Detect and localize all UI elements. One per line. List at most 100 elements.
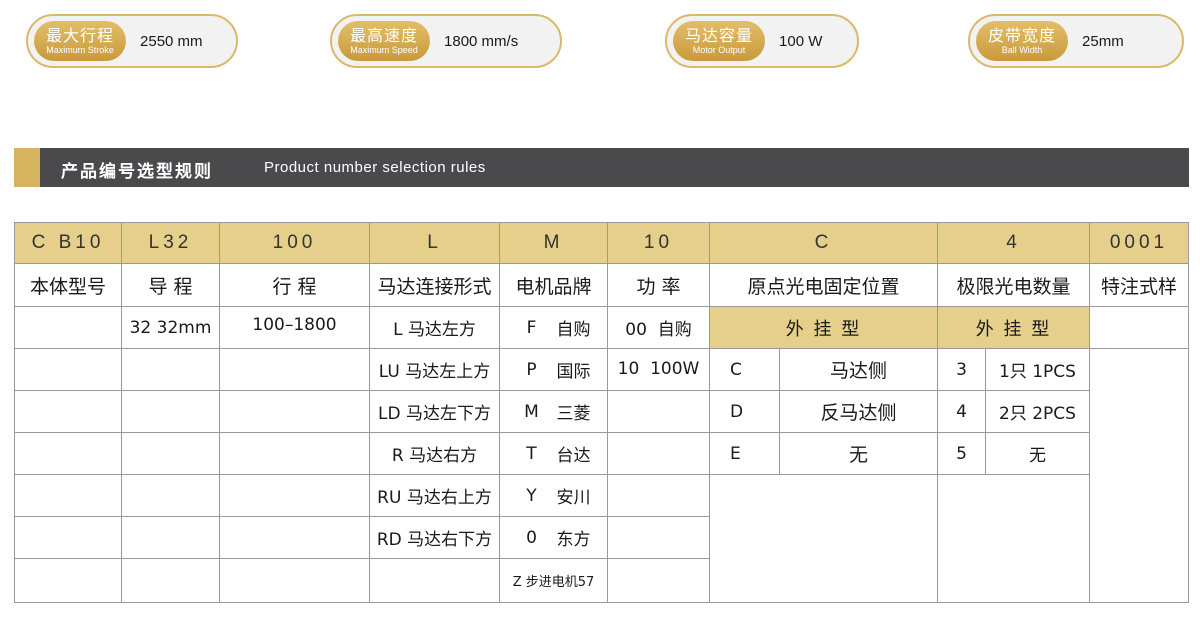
code-origin: C xyxy=(710,222,938,264)
brand-option: Y 安川 xyxy=(500,475,608,517)
spec-value: 2550 mm xyxy=(140,32,203,50)
stroke-value: 100–1800 xyxy=(220,307,370,349)
spec-badge: 最高速度 Maximum Speed xyxy=(338,21,431,61)
lead-value: 32 32mm xyxy=(122,307,220,349)
table-cell xyxy=(608,517,710,559)
header-origin: 原点光电固定位置 xyxy=(710,264,938,307)
header-special: 特注式样 xyxy=(1090,264,1189,307)
limit-code: 3 xyxy=(938,349,986,391)
table-cell xyxy=(122,391,220,433)
brand-name: 安川 xyxy=(556,488,591,508)
spec-label: 马达容量 xyxy=(685,25,754,45)
spec-pill-speed: 最高速度 Maximum Speed 1800 mm/s xyxy=(330,14,562,68)
limit-name: 2只 2PCS xyxy=(986,391,1090,433)
table-cell xyxy=(608,391,710,433)
spec-badge: 最大行程 Maximum Stroke xyxy=(34,21,127,61)
origin-code: E xyxy=(710,433,780,475)
brand-code: F xyxy=(526,317,537,338)
table-cell xyxy=(220,349,370,391)
origin-subheader: 外 挂 型 xyxy=(710,307,938,349)
table-cell xyxy=(1090,349,1189,603)
origin-name: 马达侧 xyxy=(780,349,938,391)
brand-option: T 台达 xyxy=(500,433,608,475)
table-cell xyxy=(608,559,710,603)
limit-code: 5 xyxy=(938,433,986,475)
code-power: 10 xyxy=(608,222,710,264)
section-accent xyxy=(14,148,40,187)
table-cell xyxy=(220,517,370,559)
spec-label-en: Maximum Stroke xyxy=(46,44,114,55)
code-model: C B10 xyxy=(14,222,122,264)
origin-name: 无 xyxy=(780,433,938,475)
code-lead: L32 xyxy=(122,222,220,264)
connection-option: LD 马达左下方 xyxy=(370,391,500,433)
table-cell xyxy=(220,391,370,433)
table-cell xyxy=(608,475,710,517)
selection-table: C B10 L32 100 L M 10 C 4 0001 本体型号 导 程 行… xyxy=(14,222,1189,603)
brand-name: 国际 xyxy=(556,362,591,382)
table-cell xyxy=(14,391,122,433)
spec-label-en: Motor Output xyxy=(692,44,746,55)
table-cell xyxy=(122,349,220,391)
power-option: 10 100W xyxy=(608,349,710,391)
table-cell xyxy=(220,475,370,517)
brand-option: 0 东方 xyxy=(500,517,608,559)
brand-code: M xyxy=(524,401,539,422)
table-cell xyxy=(14,433,122,475)
spec-value: 1800 mm/s xyxy=(444,32,519,50)
table-cell xyxy=(122,559,220,603)
table-cell xyxy=(14,475,122,517)
limit-subheader: 外 挂 型 xyxy=(938,307,1090,349)
brand-code: Y xyxy=(526,485,537,506)
limit-name: 无 xyxy=(986,433,1090,475)
spec-value: 100 W xyxy=(779,32,823,50)
brand-name: 三菱 xyxy=(556,404,591,424)
connection-option: LU 马达左上方 xyxy=(370,349,500,391)
origin-code: D xyxy=(710,391,780,433)
table-cell xyxy=(220,433,370,475)
code-limit: 4 xyxy=(938,222,1090,264)
spec-badge: 皮带宽度 Ball Width xyxy=(976,21,1069,61)
table-cell xyxy=(608,433,710,475)
spec-pill-belt-width: 皮带宽度 Ball Width 25mm xyxy=(968,14,1184,68)
brand-code: 0 xyxy=(526,527,537,548)
power-option: 00 自购 xyxy=(608,307,710,349)
brand-name: 台达 xyxy=(556,446,591,466)
brand-option: M 三菱 xyxy=(500,391,608,433)
spec-label-en: Ball Width xyxy=(1001,44,1043,55)
table-cell xyxy=(938,475,1090,603)
spec-label: 最高速度 xyxy=(350,25,419,45)
spec-badge: 马达容量 Motor Output xyxy=(673,21,766,61)
limit-name: 1只 1PCS xyxy=(986,349,1090,391)
spec-value: 25mm xyxy=(1082,32,1124,50)
code-connection: L xyxy=(370,222,500,264)
spec-pill-stroke: 最大行程 Maximum Stroke 2550 mm xyxy=(26,14,238,68)
header-connection: 马达连接形式 xyxy=(370,264,500,307)
code-stroke: 100 xyxy=(220,222,370,264)
brand-code: P xyxy=(526,359,537,380)
brand-option: P 国际 xyxy=(500,349,608,391)
spec-label: 皮带宽度 xyxy=(988,25,1057,45)
header-lead: 导 程 xyxy=(122,264,220,307)
spec-label-en: Maximum Speed xyxy=(350,44,418,55)
code-special: 0001 xyxy=(1090,222,1189,264)
origin-code: C xyxy=(710,349,780,391)
header-model: 本体型号 xyxy=(14,264,122,307)
table-cell xyxy=(14,559,122,603)
connection-option: R 马达右方 xyxy=(370,433,500,475)
table-cell xyxy=(710,475,938,603)
brand-name: 自购 xyxy=(556,320,591,340)
origin-name: 反马达侧 xyxy=(780,391,938,433)
header-brand: 电机品牌 xyxy=(500,264,608,307)
header-power: 功 率 xyxy=(608,264,710,307)
connection-option: RD 马达右下方 xyxy=(370,517,500,559)
table-cell xyxy=(122,475,220,517)
brand-option-extra: Z 步进电机57 xyxy=(500,559,608,603)
table-cell xyxy=(122,433,220,475)
section-title-en: Product number selection rules xyxy=(264,159,486,176)
code-brand: M xyxy=(500,222,608,264)
table-cell xyxy=(370,559,500,603)
brand-option: F 自购 xyxy=(500,307,608,349)
connection-option: L 马达左方 xyxy=(370,307,500,349)
brand-name: 东方 xyxy=(556,530,591,550)
